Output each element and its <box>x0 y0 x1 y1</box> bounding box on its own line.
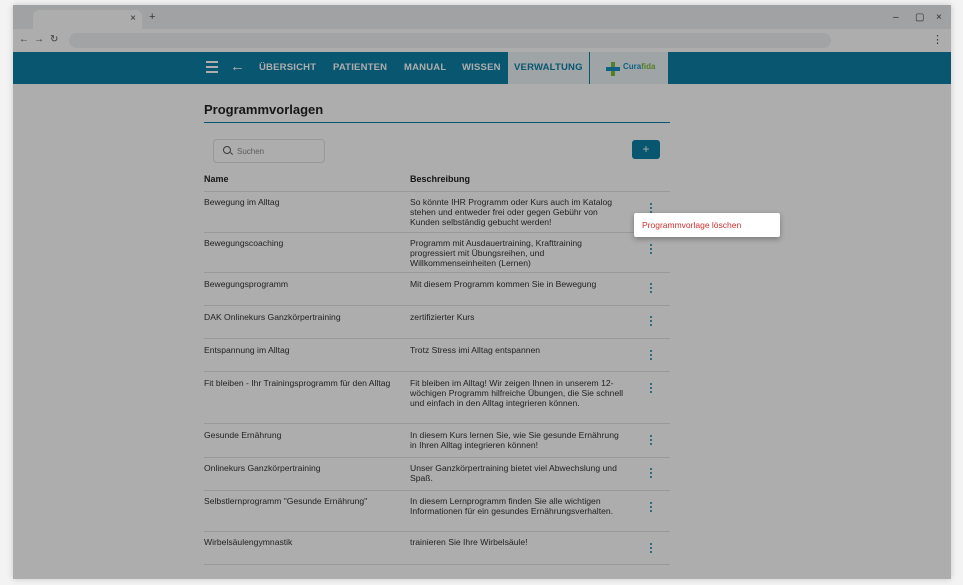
delete-template-menu-item[interactable]: Programmvorlage löschen <box>642 220 741 230</box>
row-context-menu: Programmvorlage löschen <box>634 213 780 237</box>
backdrop-overlay[interactable] <box>13 5 951 579</box>
browser-window: × + – ▢ × ← → ↻ ⋮ ← ÜBERSICHT PATIENTEN … <box>13 5 951 579</box>
